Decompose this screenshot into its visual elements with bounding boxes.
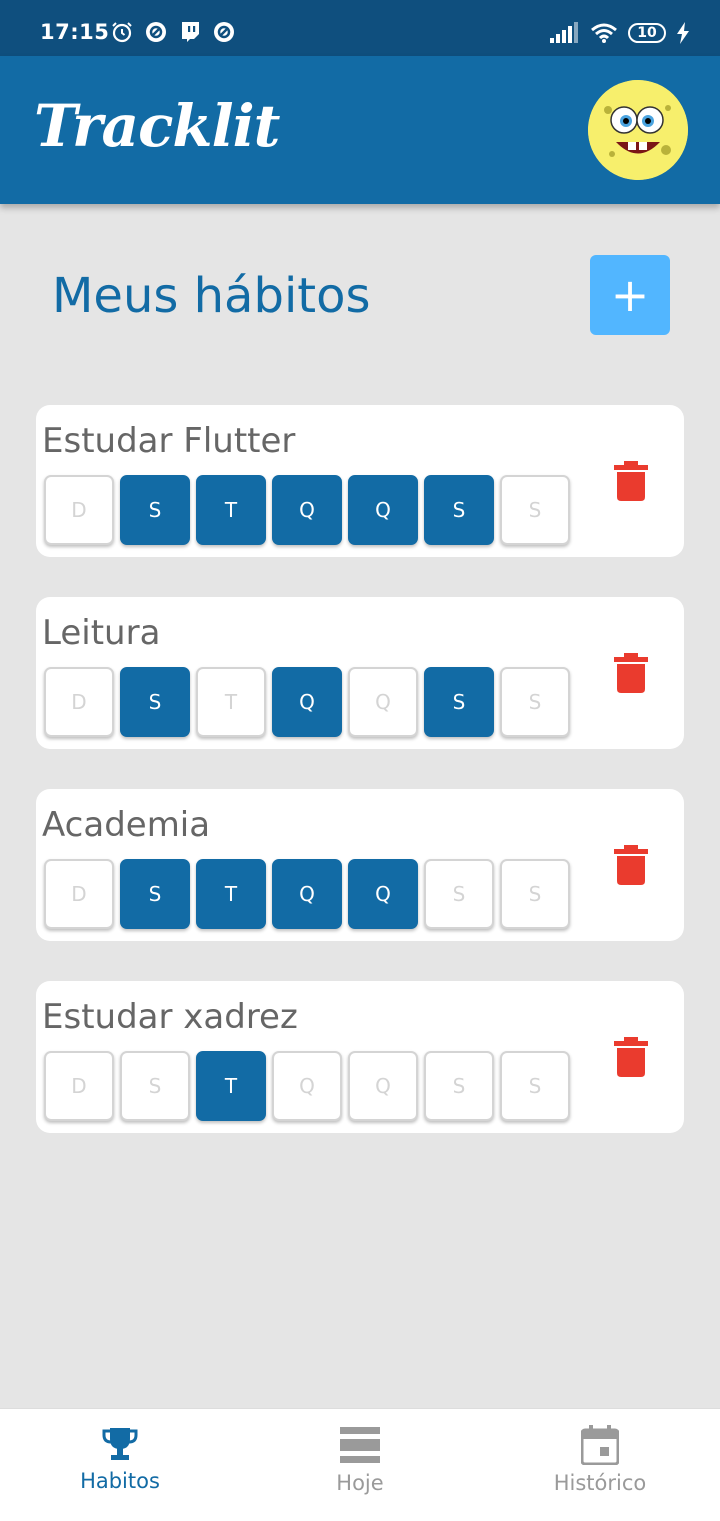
weekday-button[interactable]: T <box>196 1051 266 1121</box>
trash-icon[interactable] <box>614 1037 648 1077</box>
trash-icon[interactable] <box>614 461 648 501</box>
weekday-selector: DSTQQSS <box>44 667 570 737</box>
charging-icon <box>677 22 689 44</box>
habit-name: Estudar xadrez <box>42 997 298 1037</box>
weekday-button[interactable]: S <box>500 859 570 929</box>
battery-level: 10 <box>637 25 657 41</box>
nav-item-habitos[interactable]: Habitos <box>30 1425 210 1493</box>
list-icon <box>340 1427 380 1463</box>
weekday-button[interactable]: Q <box>272 859 342 929</box>
habit-card: Estudar Flutter D S T Q Q S S <box>36 405 684 557</box>
weekday-button[interactable]: D <box>44 475 114 545</box>
nav-label: Hoje <box>336 1471 384 1495</box>
status-icons-right: 10 <box>550 22 690 44</box>
weekday-button[interactable]: S <box>120 667 190 737</box>
signal-icon <box>550 22 578 43</box>
weekday-button[interactable]: Q <box>272 1051 342 1121</box>
habit-card: Leitura D S T Q Q S S <box>36 597 684 749</box>
weekday-button[interactable]: D <box>44 667 114 737</box>
add-habit-button[interactable]: + <box>590 255 670 335</box>
weekday-button[interactable]: S <box>424 475 494 545</box>
weekday-button[interactable]: D <box>44 1051 114 1121</box>
habit-name: Academia <box>42 805 211 845</box>
nav-item-hoje[interactable]: Hoje <box>270 1425 450 1495</box>
weekday-button[interactable]: S <box>500 475 570 545</box>
habit-name: Estudar Flutter <box>42 421 296 461</box>
notification-icon <box>146 22 166 42</box>
weekday-button[interactable]: S <box>424 859 494 929</box>
weekday-button[interactable]: S <box>120 475 190 545</box>
weekday-button[interactable]: S <box>500 667 570 737</box>
weekday-selector: DSTQQSS <box>44 475 570 545</box>
habit-card: Academia D S T Q Q S S <box>36 789 684 941</box>
battery-icon: 10 <box>628 23 666 43</box>
weekday-button[interactable]: T <box>196 475 266 545</box>
nav-item-historico[interactable]: Histórico <box>510 1425 690 1495</box>
weekday-button[interactable]: Q <box>348 859 418 929</box>
status-time: 17:15 <box>40 20 110 44</box>
weekday-button[interactable]: Q <box>272 475 342 545</box>
avatar-image <box>588 80 688 180</box>
trash-icon[interactable] <box>614 653 648 693</box>
page-title: Meus hábitos <box>52 268 371 324</box>
weekday-button[interactable]: T <box>196 667 266 737</box>
weekday-button[interactable]: S <box>424 667 494 737</box>
weekday-button[interactable]: Q <box>348 667 418 737</box>
weekday-button[interactable]: Q <box>348 475 418 545</box>
calendar-icon <box>581 1425 619 1465</box>
weekday-button[interactable]: D <box>44 859 114 929</box>
trophy-icon <box>102 1428 138 1460</box>
weekday-selector: DSTQQSS <box>44 1051 570 1121</box>
twitch-icon <box>182 22 199 42</box>
weekday-button[interactable]: S <box>120 1051 190 1121</box>
weekday-button[interactable]: S <box>424 1051 494 1121</box>
bottom-navigation: Habitos Hoje Histórico <box>0 1408 720 1521</box>
status-bar: 17:15 10 <box>0 0 720 56</box>
app-bar: Tracklit <box>0 56 720 204</box>
weekday-button[interactable]: S <box>120 859 190 929</box>
habit-name: Leitura <box>42 613 161 653</box>
weekday-selector: DSTQQSS <box>44 859 570 929</box>
weekday-button[interactable]: Q <box>272 667 342 737</box>
notification-icon <box>214 22 234 42</box>
weekday-button[interactable]: Q <box>348 1051 418 1121</box>
wifi-icon <box>591 23 617 43</box>
avatar[interactable] <box>588 80 688 180</box>
weekday-button[interactable]: T <box>196 859 266 929</box>
app-logo: Tracklit <box>34 92 280 160</box>
habit-card: Estudar xadrez D S T Q Q S S <box>36 981 684 1133</box>
alarm-icon <box>112 22 132 43</box>
weekday-button[interactable]: S <box>500 1051 570 1121</box>
nav-label: Histórico <box>553 1471 647 1495</box>
nav-label: Habitos <box>80 1469 160 1493</box>
status-icons-left <box>110 20 236 48</box>
trash-icon[interactable] <box>614 845 648 885</box>
